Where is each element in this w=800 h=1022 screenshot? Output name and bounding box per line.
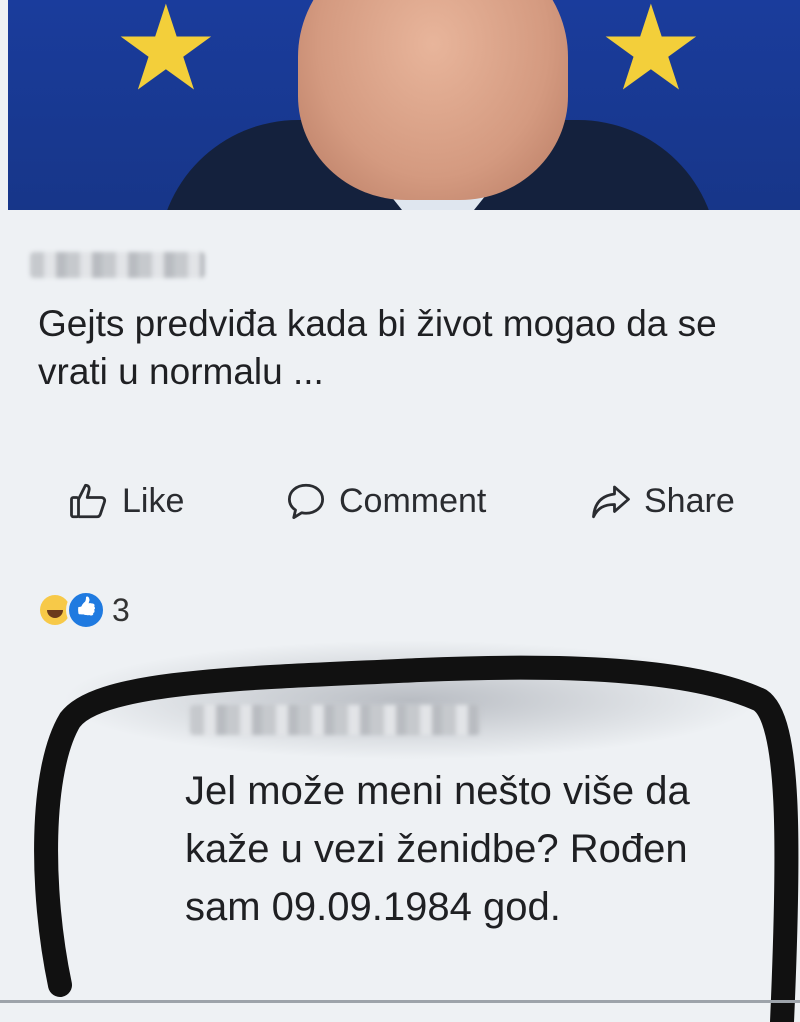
like-icon xyxy=(66,590,106,630)
eu-star-icon: ★ xyxy=(113,0,219,115)
blurred-commenter-name xyxy=(190,705,480,735)
bottom-divider xyxy=(0,1000,800,1003)
reactions-summary[interactable]: 3 xyxy=(40,590,130,630)
reaction-count: 3 xyxy=(112,591,130,628)
share-button[interactable]: Share xyxy=(590,480,735,522)
share-arrow-icon xyxy=(592,485,630,519)
eu-star-icon: ★ xyxy=(598,0,704,115)
post-actions-bar: Like Comment Share xyxy=(0,470,800,534)
comment-label: Comment xyxy=(339,481,487,520)
thumbs-up-icon xyxy=(70,483,107,519)
share-label: Share xyxy=(644,481,735,520)
smudge-shadow xyxy=(60,640,760,760)
face-shape xyxy=(298,0,568,200)
post-image[interactable]: ★ ★ xyxy=(8,0,800,210)
comment-text: Jel može meni nešto više da kaže u vezi … xyxy=(185,769,690,929)
like-button[interactable]: Like xyxy=(68,480,184,522)
blurred-author-name xyxy=(30,252,205,278)
like-label: Like xyxy=(122,481,185,520)
post-headline[interactable]: Gejts predviđa kada bi život mogao da se… xyxy=(38,300,768,396)
comment-button[interactable]: Comment xyxy=(285,480,486,522)
comment-bubble-icon xyxy=(287,483,325,520)
